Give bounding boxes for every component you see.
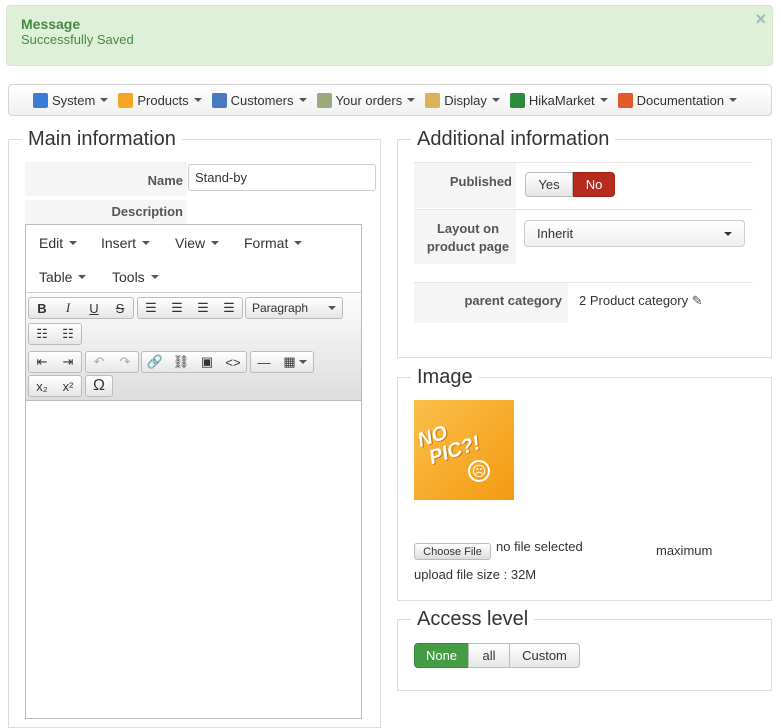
menu-label: Display bbox=[444, 92, 487, 108]
indent-icon[interactable]: ⇥ bbox=[55, 352, 81, 372]
menu-label: System bbox=[52, 92, 96, 108]
max-size-value: upload file size : 32M bbox=[414, 567, 537, 582]
menu-display[interactable]: Display bbox=[425, 92, 500, 108]
published-no-button[interactable]: No bbox=[573, 172, 615, 197]
menu-label: HikaMarket bbox=[528, 92, 595, 108]
align-center-icon[interactable]: ☰ bbox=[164, 298, 190, 318]
access-custom-button[interactable]: Custom bbox=[509, 643, 580, 668]
editor-menu-insert[interactable]: Insert bbox=[101, 235, 151, 251]
superscript-icon[interactable]: x² bbox=[55, 376, 81, 396]
subscript-icon[interactable]: x₂ bbox=[29, 376, 55, 396]
bullet-list-icon[interactable]: ☷ bbox=[29, 324, 55, 344]
link-icon[interactable]: 🔗 bbox=[142, 352, 168, 372]
bold-icon[interactable]: B bbox=[29, 298, 55, 318]
caret-down-icon bbox=[407, 98, 416, 102]
section-title: Additional information bbox=[417, 128, 610, 150]
menu-system[interactable]: System bbox=[33, 92, 109, 108]
message-title: Message bbox=[21, 16, 81, 32]
close-icon[interactable]: × bbox=[755, 9, 766, 30]
special-character-icon[interactable]: Ω bbox=[86, 376, 112, 396]
name-input[interactable]: Stand-by bbox=[188, 164, 376, 191]
menu-label: Customers bbox=[230, 92, 294, 108]
editor-menu-view[interactable]: View bbox=[175, 235, 220, 251]
align-right-icon[interactable]: ☰ bbox=[190, 298, 216, 318]
choose-file-button[interactable]: Choose File bbox=[414, 543, 491, 560]
menu-label: Your orders bbox=[335, 92, 403, 108]
caret-down-icon bbox=[599, 98, 608, 102]
justify-icon[interactable]: ☰ bbox=[216, 298, 242, 318]
menu-customers[interactable]: Customers bbox=[211, 92, 307, 108]
rich-text-editor: Edit Insert View Format Table Tools B I … bbox=[25, 224, 362, 719]
numbered-list-icon[interactable]: ☷ bbox=[55, 324, 81, 344]
hikamarket-icon bbox=[509, 92, 525, 108]
menu-hikamarket[interactable]: HikaMarket bbox=[509, 92, 608, 108]
table-icon[interactable]: ▦ bbox=[277, 352, 313, 372]
horizontal-rule-icon[interactable]: — bbox=[251, 352, 277, 372]
editor-menu-edit[interactable]: Edit bbox=[39, 235, 78, 251]
parent-category-label: parent category bbox=[414, 283, 568, 323]
italic-icon[interactable]: I bbox=[55, 298, 81, 318]
redo-icon[interactable]: ↷ bbox=[112, 352, 138, 372]
menu-your-orders[interactable]: Your orders bbox=[316, 92, 416, 108]
access-all-button[interactable]: all bbox=[468, 643, 510, 668]
code-icon[interactable]: <> bbox=[220, 352, 246, 372]
caret-down-icon bbox=[100, 98, 109, 102]
orders-icon bbox=[316, 92, 332, 108]
name-label: Name bbox=[25, 162, 187, 196]
editor-toolbar: B I U S ☰ ☰ ☰ ☰ Paragraph ☷ ☷ ⇤ ⇥ ↶ ↷ 🔗 … bbox=[26, 292, 361, 401]
display-icon bbox=[425, 92, 441, 108]
published-yes-button[interactable]: Yes bbox=[525, 172, 573, 197]
users-icon bbox=[211, 92, 227, 108]
section-title: Image bbox=[417, 366, 473, 388]
format-select[interactable]: Paragraph bbox=[245, 297, 343, 319]
file-status: no file selected bbox=[496, 539, 583, 554]
editor-menu-tools[interactable]: Tools bbox=[112, 269, 159, 285]
menu-documentation[interactable]: Documentation bbox=[617, 92, 738, 108]
unlink-icon[interactable]: ⛓ bbox=[168, 352, 194, 372]
published-label: Published bbox=[414, 163, 516, 208]
no-picture-image: NO PIC?! ☹ bbox=[414, 400, 514, 500]
underline-icon[interactable]: U bbox=[81, 298, 107, 318]
outdent-icon[interactable]: ⇤ bbox=[29, 352, 55, 372]
layout-select[interactable]: Inherit bbox=[524, 220, 745, 247]
pencil-icon[interactable]: ✎ bbox=[692, 293, 703, 308]
section-title: Access level bbox=[417, 608, 529, 630]
access-none-button[interactable]: None bbox=[414, 643, 469, 668]
align-left-icon[interactable]: ☰ bbox=[138, 298, 164, 318]
tools-icon bbox=[33, 92, 48, 108]
editor-content-area[interactable] bbox=[26, 402, 361, 718]
message-text: Successfully Saved bbox=[21, 32, 134, 47]
caret-down-icon bbox=[729, 98, 738, 102]
main-menubar: System Products Customers Your orders Displa… bbox=[8, 84, 772, 116]
max-size-text: maximum bbox=[656, 543, 713, 558]
editor-menu-table[interactable]: Table bbox=[39, 269, 87, 285]
menu-label: Documentation bbox=[636, 92, 725, 108]
layout-label: Layout on product page bbox=[414, 210, 516, 264]
image-icon[interactable]: ▣ bbox=[194, 352, 220, 372]
section-title: Main information bbox=[28, 128, 176, 150]
undo-icon[interactable]: ↶ bbox=[86, 352, 112, 372]
parent-category-value: 2 Product category ✎ bbox=[579, 293, 703, 308]
caret-down-icon bbox=[193, 98, 202, 102]
description-label: Description bbox=[25, 200, 187, 224]
editor-menu-format[interactable]: Format bbox=[244, 235, 303, 251]
menu-label: Products bbox=[137, 92, 189, 108]
lifebuoy-icon bbox=[617, 92, 633, 108]
strikethrough-icon[interactable]: S bbox=[107, 298, 133, 318]
caret-down-icon bbox=[298, 98, 307, 102]
box-icon bbox=[118, 92, 134, 108]
menu-products[interactable]: Products bbox=[118, 92, 202, 108]
success-message: Message Successfully Saved × bbox=[6, 5, 773, 66]
caret-down-icon bbox=[491, 98, 500, 102]
